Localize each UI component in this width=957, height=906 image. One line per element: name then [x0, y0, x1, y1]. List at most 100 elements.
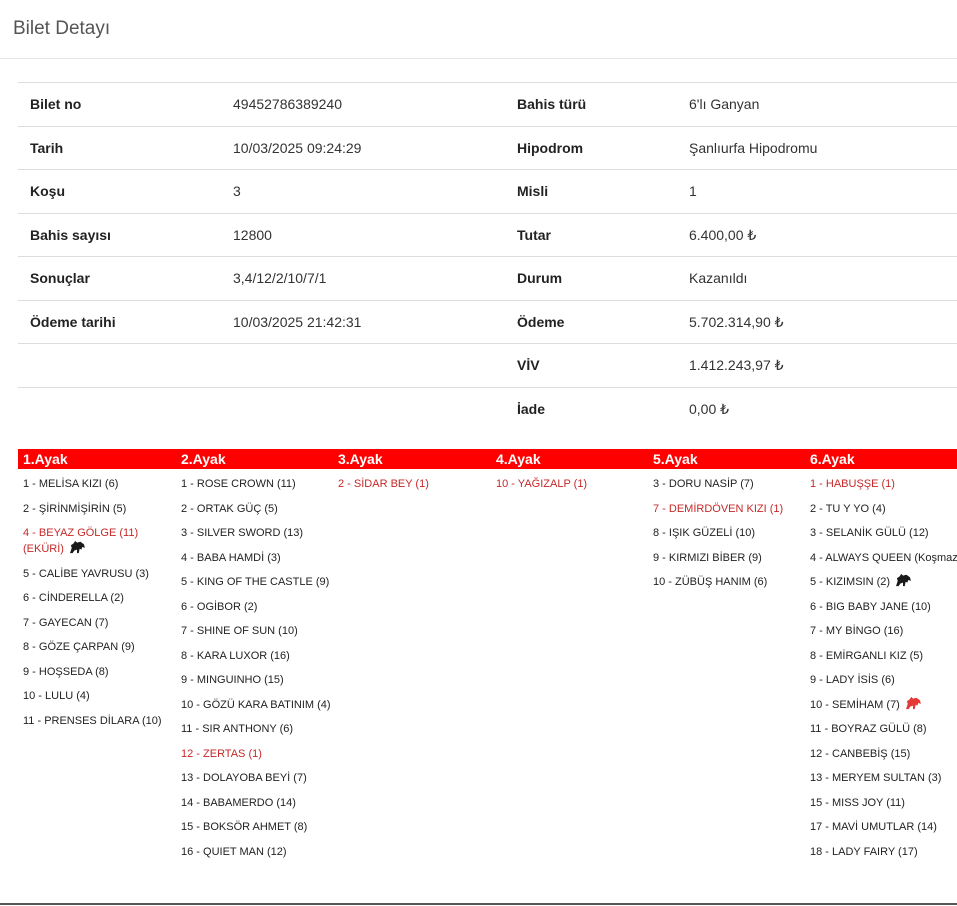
red-horse-icon [904, 696, 922, 710]
horse-item: 3 - DORU NASİP (7) [648, 476, 805, 492]
detail-label: Misli [517, 183, 549, 199]
horse-label: 7 - DEMİRDÖVEN KIZI (1) [653, 502, 784, 515]
detail-row: Koşu 3 Misli 1 [18, 169, 957, 213]
horse-item: 1 - MELİSA KIZI (6) [18, 476, 175, 492]
detail-value: 3 [233, 183, 241, 199]
detail-row: Sonuçlar 3,4/12/2/10/7/1 Durum Kazanıldı [18, 256, 957, 300]
horse-label: 9 - HOŞSEDA (8) [23, 665, 109, 678]
horse-item: 5 - KIZIMSIN (2) [805, 573, 957, 590]
leg-column: 1 - ROSE CROWN (11) 2 - ORTAK GÜÇ (5) 3 - … [176, 476, 333, 868]
horse-item: 10 - LULU (4) [18, 688, 175, 704]
detail-label: Tarih [30, 139, 64, 156]
detail-row: Bahis sayısı 12800 Tutar 6.400,00 ₺ [18, 212, 957, 257]
horse-label: 7 - MY BİNGO (16) [810, 625, 904, 637]
horse-label: 14 - BABAMERDO (14) [181, 796, 296, 809]
horse-item: 10 - ZÜBÜŞ HANIM (6) [648, 574, 805, 590]
horse-item: 12 - CANBEBİŞ (15) [805, 746, 957, 762]
horse-label: 8 - GÖZE ÇARPAN (9) [23, 641, 135, 653]
horse-item: 15 - MISS JOY (11) [805, 795, 957, 811]
horse-label: 3 - DORU NASİP (7) [653, 478, 754, 490]
detail-value: 5.702.314,90 ₺ [689, 313, 784, 330]
horse-item: 2 - SİDAR BEY (1) [333, 476, 490, 492]
horse-item: 7 - GAYECAN (7) [18, 615, 175, 631]
horse-item: 9 - HOŞSEDA (8) [18, 664, 175, 680]
detail-value: 12800 [233, 226, 272, 243]
detail-label: Sonuçlar [30, 270, 90, 286]
detail-value: 6'lı Ganyan [689, 96, 760, 112]
detail-label: Durum [517, 270, 563, 286]
detail-label: Bilet no [30, 96, 82, 112]
horse-item: 1 - HABUŞŞE (1) [805, 476, 957, 492]
horse-label: 2 - ORTAK GÜÇ (5) [181, 502, 278, 515]
horse-label: 3 - SILVER SWORD (13) [181, 527, 304, 539]
horse-item: 18 - LADY FAIRY (17) [805, 844, 957, 860]
horse-item: 9 - LADY İSİS (6) [805, 672, 957, 688]
black-horse-icon [894, 573, 912, 587]
detail-value: 1.412.243,97 ₺ [689, 357, 784, 373]
horse-label: 8 - KARA LUXOR (16) [181, 649, 290, 662]
horse-item: 3 - SELANİK GÜLÜ (12) [805, 525, 957, 541]
horse-label: 9 - KIRMIZI BİBER (9) [653, 551, 762, 564]
horse-item: 12 - ZERTAS (1) [176, 746, 333, 762]
horse-label: 1 - MELİSA KIZI (6) [23, 478, 119, 490]
footer-divider [0, 903, 957, 905]
leg-title: 4.Ayak [496, 451, 541, 467]
horse-label: 2 - TU Y YO (4) [810, 502, 886, 515]
horse-label: 18 - LADY FAIRY (17) [810, 845, 918, 858]
leg-column: 1 - MELİSA KIZI (6) 2 - ŞİRİNMİŞİRİN (5) 4… [18, 476, 175, 737]
detail-label: VİV [517, 357, 540, 373]
horse-label: 6 - OGİBOR (2) [181, 600, 258, 613]
horse-item: 8 - GÖZE ÇARPAN (9) [18, 639, 175, 655]
horse-label: 9 - MINGUINHO (15) [181, 674, 284, 686]
horse-label: 4 - ALWAYS QUEEN (Koşmaz) [810, 551, 957, 564]
horse-item: 10 - GÖZÜ KARA BATINIM (4) [176, 697, 333, 713]
horse-label: 5 - KIZIMSIN (2) [810, 576, 891, 588]
horse-label: 10 - YAĞIZALP (1) [496, 478, 588, 490]
horse-item: 11 - BOYRAZ GÜLÜ (8) [805, 721, 957, 737]
detail-label: İade [517, 400, 546, 417]
horse-label: 10 - LULU (4) [23, 690, 90, 702]
horse-item: 7 - DEMİRDÖVEN KIZI (1) [648, 501, 805, 517]
horse-label: 9 - LADY İSİS (6) [810, 674, 895, 686]
horse-item: 8 - EMİRGANLI KIZ (5) [805, 648, 957, 664]
modal-header: Bilet Detayı [0, 0, 957, 59]
horse-label: 2 - ŞİRİNMİŞİRİN (5) [23, 502, 127, 515]
horse-label: 5 - CALİBE YAVRUSU (3) [23, 567, 149, 580]
horse-item: 2 - TU Y YO (4) [805, 501, 957, 517]
horse-label: 7 - SHINE OF SUN (10) [181, 625, 298, 637]
horse-item: 6 - CİNDERELLA (2) [18, 590, 175, 606]
legs-section: 1.Ayak 2.Ayak 3.Ayak 4.Ayak 5.Ayak 6.Aya… [18, 449, 957, 858]
leg-column: 1 - HABUŞŞE (1) 2 - TU Y YO (4) 3 - SELANİ… [805, 476, 957, 868]
detail-row: Bilet no 49452786389240 Bahis türü 6'lı … [18, 82, 957, 126]
horse-label: 6 - CİNDERELLA (2) [23, 592, 124, 604]
horse-item: 5 - CALİBE YAVRUSU (3) [18, 566, 175, 582]
horse-label: 12 - CANBEBİŞ (15) [810, 747, 911, 760]
horse-item: 11 - SIR ANTHONY (6) [176, 721, 333, 737]
legs-header: 1.Ayak 2.Ayak 3.Ayak 4.Ayak 5.Ayak 6.Aya… [18, 449, 957, 469]
detail-label: Bahis türü [517, 96, 587, 112]
detail-value: 0,00 ₺ [689, 400, 730, 417]
horse-label: 8 - IŞIK GÜZELİ (10) [653, 527, 756, 539]
horse-item: 6 - BIG BABY JANE (10) [805, 599, 957, 615]
horse-item: 10 - YAĞIZALP (1) [491, 476, 648, 492]
leg-title: 2.Ayak [181, 451, 226, 467]
horse-item: 13 - DOLAYOBA BEYİ (7) [176, 770, 333, 786]
detail-value: 3,4/12/2/10/7/1 [233, 270, 327, 286]
horse-item: 16 - QUIET MAN (12) [176, 844, 333, 860]
leg-column: 3 - DORU NASİP (7) 7 - DEMİRDÖVEN KIZI (1… [648, 476, 805, 599]
horse-label: 13 - DOLAYOBA BEYİ (7) [181, 772, 307, 784]
detail-label: Tutar [517, 226, 551, 243]
detail-value: 49452786389240 [233, 96, 343, 112]
detail-value: 10/03/2025 21:42:31 [233, 313, 362, 330]
detail-row: VİV 1.412.243,97 ₺ [18, 343, 957, 387]
horse-label: 8 - EMİRGANLI KIZ (5) [810, 649, 924, 662]
leg-title: 1.Ayak [23, 451, 68, 467]
horse-label: 10 - SEMİHAM (7) [810, 698, 900, 711]
horse-item: 1 - ROSE CROWN (11) [176, 476, 333, 492]
horse-label: 17 - MAVİ UMUTLAR (14) [810, 821, 937, 833]
horse-label: 15 - MISS JOY (11) [810, 796, 905, 809]
horse-label: 6 - BIG BABY JANE (10) [810, 600, 931, 613]
horse-item: 10 - SEMİHAM (7) [805, 696, 957, 713]
leg-title: 6.Ayak [810, 451, 855, 467]
detail-label: Koşu [30, 183, 65, 199]
